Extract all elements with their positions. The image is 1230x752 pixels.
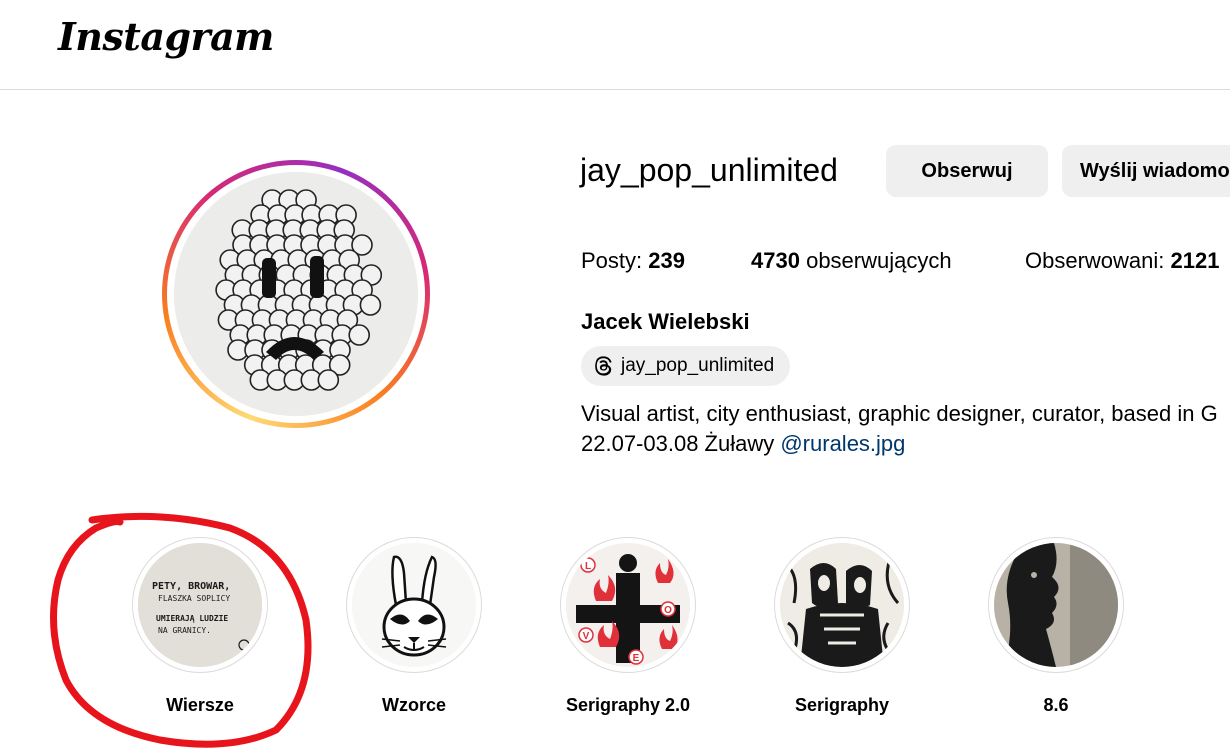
highlight-cover-image: L O V E bbox=[566, 543, 690, 667]
poster-letter: E bbox=[633, 653, 640, 664]
profile-avatar[interactable] bbox=[162, 160, 430, 428]
rabbit-drawing-icon bbox=[352, 543, 476, 667]
highlight-text-line: PETY, BROWAR, bbox=[152, 581, 230, 592]
followers-count[interactable]: 4730 obserwujących bbox=[751, 248, 952, 274]
highlight-label: Serigraphy bbox=[794, 695, 890, 715]
love-poster-icon: L O V E bbox=[566, 543, 690, 667]
profile-silhouette-icon bbox=[994, 543, 1118, 667]
profile-bio: Visual artist, city enthusiast, graphic … bbox=[581, 399, 1218, 459]
avatar-image bbox=[174, 172, 418, 416]
poster-letter: L bbox=[585, 561, 591, 572]
follow-button[interactable]: Obserwuj bbox=[886, 145, 1048, 197]
bio-line-2: 22.07-03.08 Żuławy @rurales.jpg bbox=[581, 431, 906, 456]
highlight-label: Wzorce bbox=[381, 695, 446, 715]
woodcut-couple-icon bbox=[780, 543, 904, 667]
top-navigation-bar: Instagram bbox=[0, 0, 1230, 90]
highlight-cover-image bbox=[352, 543, 476, 667]
highlight-cover-image bbox=[780, 543, 904, 667]
highlight-text-line: UMIERAJĄ LUDZIE bbox=[156, 614, 228, 623]
highlight-text-line: NA GRANICY. bbox=[158, 626, 211, 635]
posts-count: Posty: 239 bbox=[581, 248, 685, 273]
threads-icon bbox=[595, 356, 612, 376]
bio-mention-link[interactable]: @rurales.jpg bbox=[780, 431, 905, 456]
following-count[interactable]: Obserwowani: 2121 bbox=[1025, 248, 1219, 274]
bio-line-1: Visual artist, city enthusiast, graphic … bbox=[581, 401, 1218, 426]
highlight-label: Serigraphy 2.0 bbox=[565, 695, 691, 715]
blob-face-illustration bbox=[174, 172, 418, 416]
profile-username: jay_pop_unlimited bbox=[580, 152, 838, 188]
poster-letter: O bbox=[664, 605, 672, 616]
highlight-text-line: FLASZKA SOPLICY bbox=[158, 594, 230, 603]
send-message-button[interactable]: Wyślij wiadomość bbox=[1062, 145, 1230, 197]
instagram-logo[interactable]: Instagram bbox=[58, 14, 274, 59]
poster-letter: V bbox=[583, 631, 590, 642]
highlight-label: 8.6 bbox=[1043, 695, 1069, 715]
highlight-cover-image: PETY, BROWAR, FLASZKA SOPLICY UMIERAJĄ L… bbox=[138, 543, 262, 667]
profile-full-name: Jacek Wielebski bbox=[581, 309, 750, 334]
highlight-label: Wiersze bbox=[166, 695, 234, 715]
threads-link[interactable]: jay_pop_unlimited bbox=[581, 346, 790, 386]
highlight-cover-image bbox=[994, 543, 1118, 667]
threads-handle: jay_pop_unlimited bbox=[621, 355, 775, 376]
